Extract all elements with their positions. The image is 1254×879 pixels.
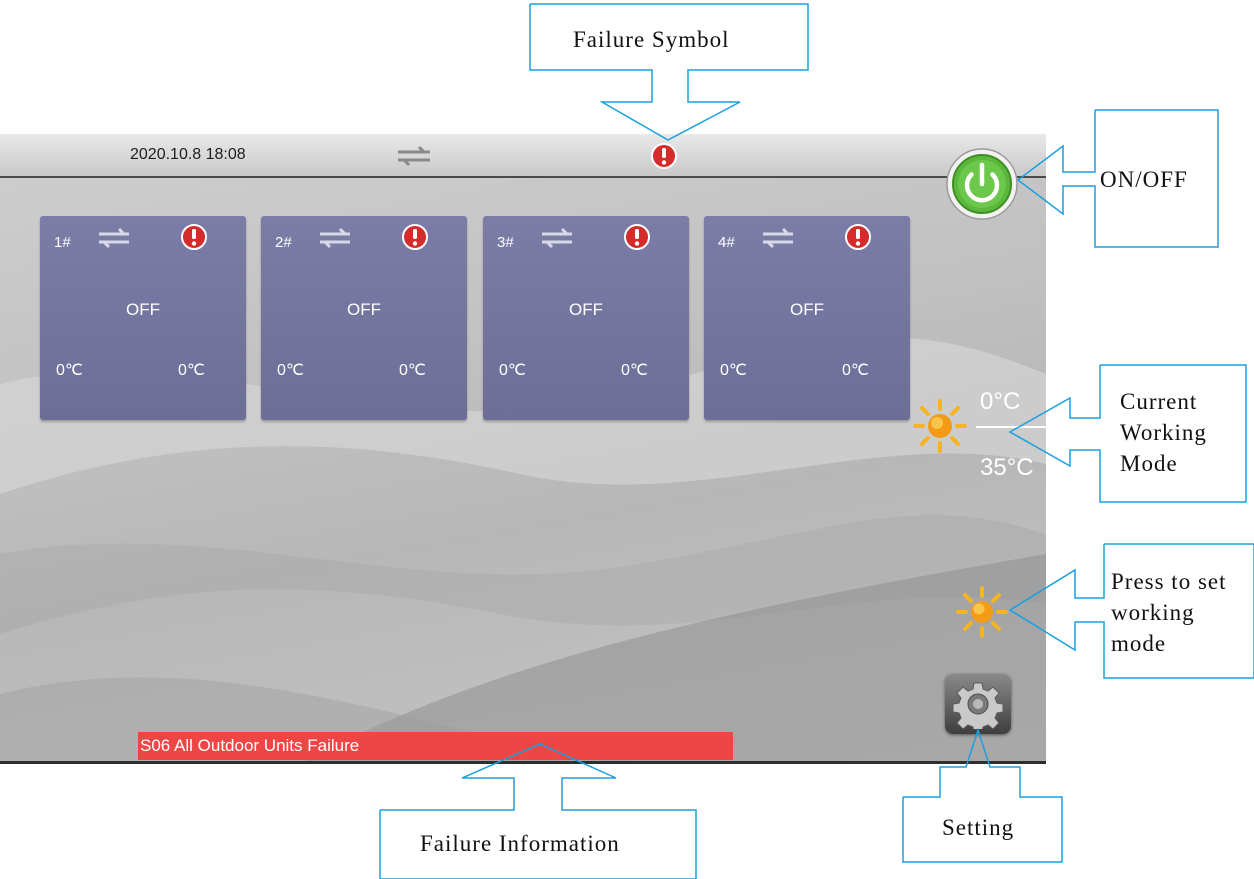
controller-screen: 2020.10.8 18:08 1# OFF 0℃ 0℃ 2# OFF 0℃ 0… bbox=[0, 134, 1046, 764]
unit-temperature-right: 0℃ bbox=[178, 362, 205, 379]
settings-button[interactable] bbox=[945, 674, 1011, 734]
unit-number: 3# bbox=[497, 234, 514, 251]
swap-arrows-icon bbox=[320, 227, 350, 249]
unit-card-3[interactable]: 3# OFF 0℃ 0℃ bbox=[483, 216, 689, 420]
current-mode-label: Current Working Mode bbox=[1120, 389, 1207, 476]
unit-temperature-left: 0℃ bbox=[56, 362, 83, 379]
sun-heating-icon bbox=[913, 399, 967, 453]
unit-status: OFF bbox=[790, 300, 824, 319]
set-temperature: 35°C bbox=[980, 454, 1034, 481]
unit-temperature-left: 0℃ bbox=[720, 362, 747, 379]
unit-temperature-right: 0℃ bbox=[621, 362, 648, 379]
on-off-label: ON/OFF bbox=[1100, 167, 1188, 192]
failure-info-label: Failure Information bbox=[420, 831, 620, 856]
set-mode-button[interactable] bbox=[956, 586, 1008, 638]
unit-number: 4# bbox=[718, 234, 735, 251]
swap-arrows-icon bbox=[99, 227, 129, 249]
unit-card-1[interactable]: 1# OFF 0℃ 0℃ bbox=[40, 216, 246, 420]
failure-message-bar: S06 All Outdoor Units Failure bbox=[138, 732, 733, 760]
swap-arrows-icon bbox=[542, 227, 572, 249]
failure-alert-icon[interactable] bbox=[650, 142, 678, 170]
sun-icon bbox=[956, 586, 1008, 638]
unit-status: OFF bbox=[569, 300, 603, 319]
alert-icon bbox=[402, 224, 428, 250]
swap-arrows-icon bbox=[398, 145, 430, 167]
set-mode-label: Press to set working mode bbox=[1111, 569, 1227, 656]
swap-arrows-icon bbox=[763, 227, 793, 249]
failure-message: S06 All Outdoor Units Failure bbox=[140, 736, 360, 755]
unit-card-2[interactable]: 2# OFF 0℃ 0℃ bbox=[261, 216, 467, 420]
setting-label: Setting bbox=[942, 815, 1015, 840]
gear-icon bbox=[953, 682, 1003, 729]
unit-card-4[interactable]: 4# OFF 0℃ 0℃ bbox=[704, 216, 910, 420]
alert-icon bbox=[181, 224, 207, 250]
unit-number: 1# bbox=[54, 234, 71, 251]
temperature-divider bbox=[976, 426, 1046, 428]
unit-temperature-right: 0℃ bbox=[842, 362, 869, 379]
power-button[interactable] bbox=[944, 146, 1020, 222]
alert-icon bbox=[624, 224, 650, 250]
unit-temperature-left: 0℃ bbox=[277, 362, 304, 379]
datetime: 2020.10.8 18:08 bbox=[130, 146, 246, 163]
unit-temperature-right: 0℃ bbox=[399, 362, 426, 379]
unit-status: OFF bbox=[126, 300, 160, 319]
failure-symbol-label: Failure Symbol bbox=[573, 27, 730, 52]
status-bar: 2020.10.8 18:08 bbox=[0, 134, 1046, 178]
alert-icon bbox=[845, 224, 871, 250]
unit-number: 2# bbox=[275, 234, 292, 251]
current-temperature: 0°C bbox=[980, 388, 1021, 415]
unit-temperature-left: 0℃ bbox=[499, 362, 526, 379]
unit-status: OFF bbox=[347, 300, 381, 319]
